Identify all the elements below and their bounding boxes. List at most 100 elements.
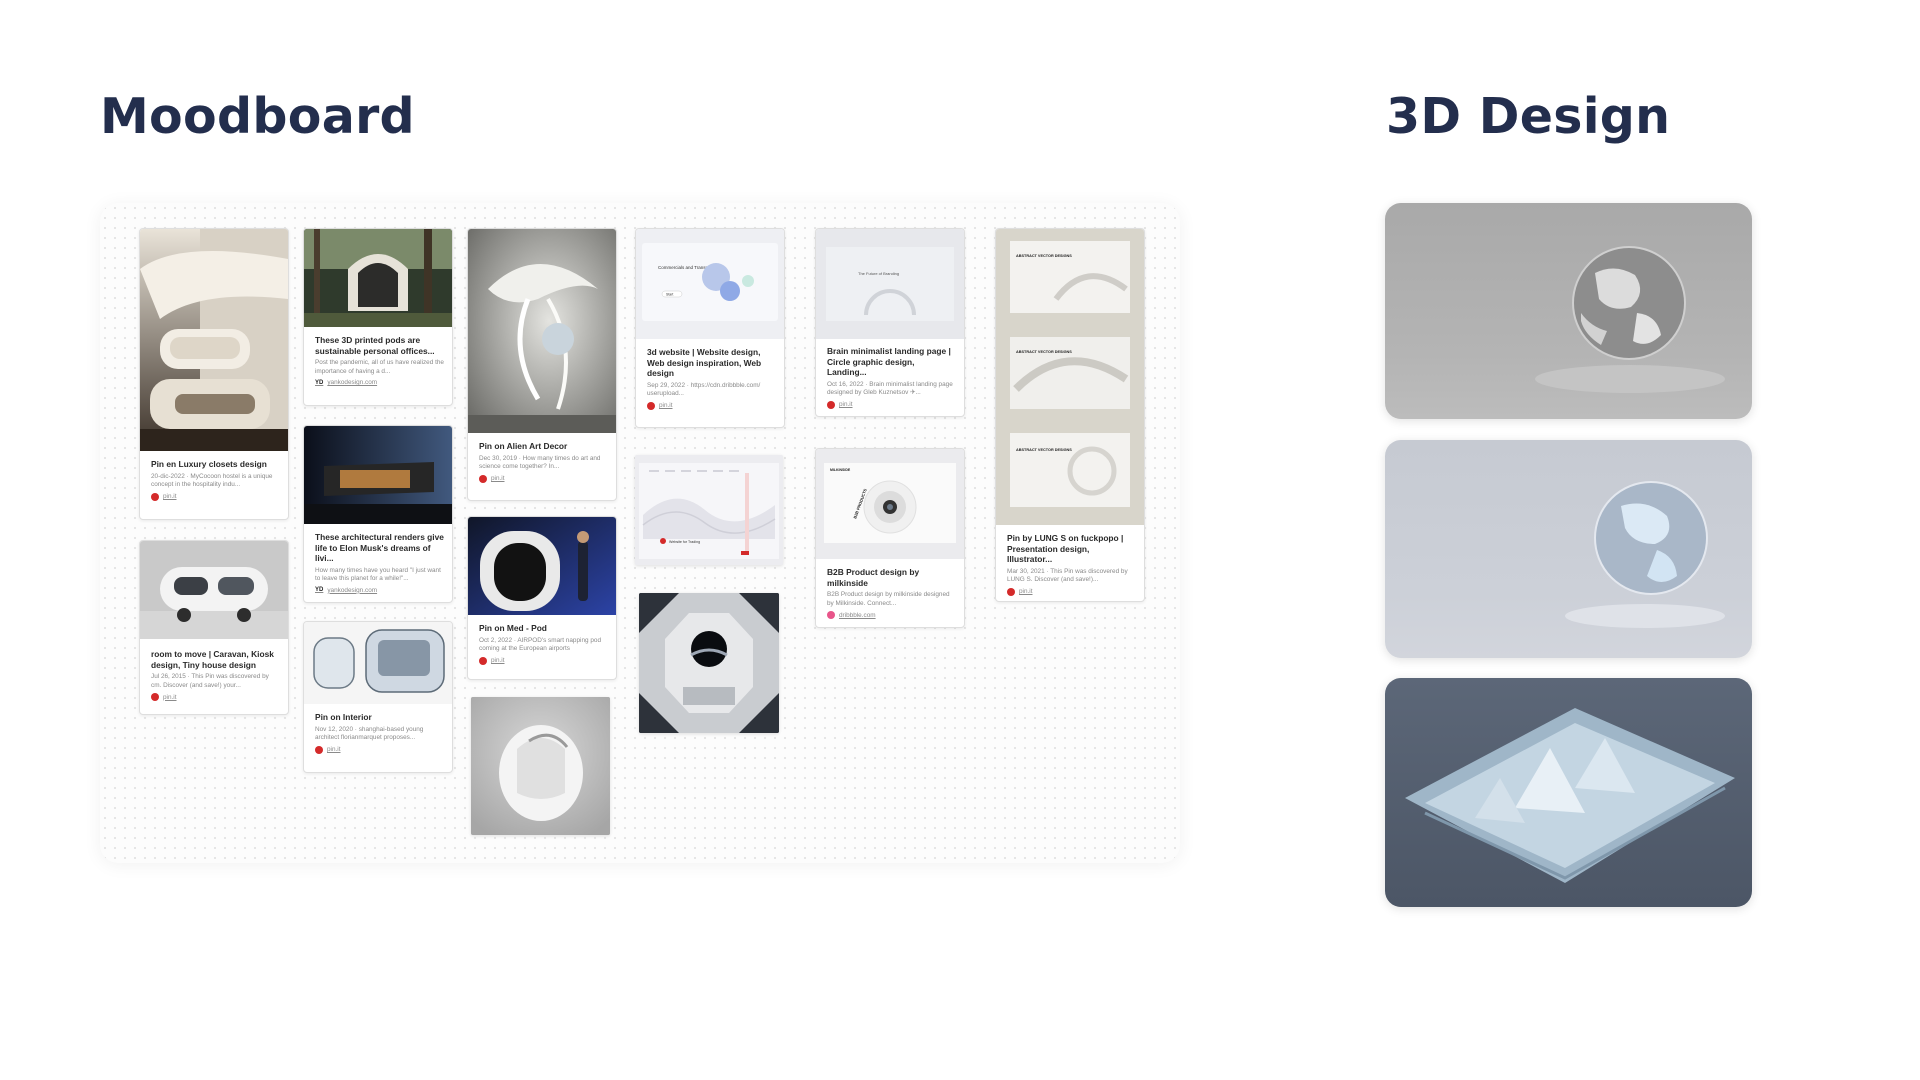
pin-image-trading-website[interactable]: Website for Trading bbox=[635, 455, 783, 565]
pin-source-label: pin.it bbox=[491, 475, 505, 483]
mockup-start-button: Start bbox=[666, 293, 673, 297]
brain-landing-mockup: The Future of Branding bbox=[826, 247, 954, 321]
pin-image-spaceship-interior[interactable] bbox=[639, 593, 779, 733]
pinterest-icon bbox=[1007, 587, 1015, 596]
pin-description: Sep 29, 2022 · https://cdn.dribbble.com/… bbox=[647, 381, 761, 398]
pin-card-b2b-product[interactable]: MILKINSIDE B2B PRODUCTS B2B Product desi… bbox=[815, 448, 965, 628]
mockup-brand: MILKINSIDE bbox=[830, 468, 851, 472]
pin-source-label: pin.it bbox=[491, 657, 505, 665]
pixel-globe-render bbox=[1535, 246, 1725, 393]
egg-chair-render bbox=[471, 697, 610, 835]
abstract-heading-3: ABSTRACT VECTOR DESIGNS bbox=[1016, 448, 1072, 452]
abstract-heading-1: ABSTRACT VECTOR DESIGNS bbox=[1016, 254, 1072, 258]
pin-image-caravan bbox=[140, 541, 288, 639]
pin-description: 20-dic-2022 · MyCocoon hostel is a uniqu… bbox=[151, 472, 273, 489]
pin-image-b2b-product: MILKINSIDE B2B PRODUCTS bbox=[816, 449, 964, 559]
pin-card-3d-website[interactable]: Commercials and Transparency Start 3d we… bbox=[635, 228, 785, 428]
pin-source-label: pin.it bbox=[839, 401, 853, 409]
mockup-brain-title: The Future of Branding bbox=[858, 271, 899, 276]
pin-description: Oct 2, 2022 · AIRPOD's smart napping pod… bbox=[479, 636, 601, 653]
pin-title: Brain minimalist landing page | Circle g… bbox=[827, 346, 951, 377]
pin-image-space-habitat bbox=[304, 426, 452, 524]
pin-image-alien-staircase bbox=[468, 229, 616, 433]
pin-source-link[interactable]: dribbble.com bbox=[827, 611, 956, 620]
pinterest-icon bbox=[315, 745, 323, 754]
trading-website-mockup: Website for Trading bbox=[639, 463, 779, 559]
pin-card-luxury-closets[interactable]: Pin en Luxury closets design 20-dic-2022… bbox=[139, 228, 289, 520]
pin-card-caravan[interactable]: room to move | Caravan, Kiosk design, Ti… bbox=[139, 540, 289, 715]
abstract-vector-mockup: ABSTRACT VECTOR DESIGNS ABSTRACT VECTOR … bbox=[1010, 241, 1130, 507]
pin-image-egg-chair[interactable] bbox=[471, 697, 610, 835]
pin-title: room to move | Caravan, Kiosk design, Ti… bbox=[151, 649, 274, 670]
pin-image-capsule-hotel bbox=[140, 229, 288, 451]
pin-source-link[interactable]: YD yankodesign.com bbox=[315, 379, 444, 386]
pin-title: Pin by LUNG S on fuckpopo | Presentation… bbox=[1007, 533, 1124, 564]
spaceship-render bbox=[639, 593, 779, 733]
pin-title: Pin on Med - Pod bbox=[479, 623, 547, 633]
pin-source-link[interactable]: pin.it bbox=[479, 656, 608, 665]
pin-description: Dec 30, 2019 · How many times do art and… bbox=[479, 454, 601, 471]
3d-tile-blue-globe[interactable] bbox=[1385, 440, 1752, 658]
pin-source-label: pin.it bbox=[327, 746, 341, 754]
3d-tile-terrain[interactable] bbox=[1385, 678, 1752, 907]
moodboard-panel: Pin en Luxury closets design 20-dic-2022… bbox=[100, 203, 1180, 863]
pin-source-label: pin.it bbox=[1019, 588, 1033, 596]
yanko-design-logo: YD bbox=[315, 379, 324, 386]
3d-tile-pixel-globe[interactable] bbox=[1385, 203, 1752, 419]
pin-card-brain-landing[interactable]: The Future of Branding Brain minimalist … bbox=[815, 228, 965, 417]
pinterest-icon bbox=[479, 474, 487, 483]
pin-card-3d-printed-pods[interactable]: These 3D printed pods are sustainable pe… bbox=[303, 228, 453, 406]
pin-title: Pin on Alien Art Decor bbox=[479, 441, 568, 451]
pin-description: Post the pandemic, all of us have realiz… bbox=[315, 359, 444, 375]
pin-source-link[interactable]: pin.it bbox=[151, 693, 280, 702]
b2b-product-mockup: MILKINSIDE B2B PRODUCTS bbox=[824, 463, 956, 543]
pin-description: Oct 16, 2022 · Brain minimalist landing … bbox=[827, 380, 953, 397]
pin-image-glass-modules bbox=[304, 622, 452, 704]
pin-source-link[interactable]: pin.it bbox=[151, 492, 280, 501]
pin-source-link[interactable]: pin.it bbox=[827, 400, 956, 409]
pin-description: How many times have you heard "I just wa… bbox=[315, 566, 441, 583]
pin-source-link[interactable]: pin.it bbox=[315, 745, 444, 754]
pin-image-brain-landing: The Future of Branding bbox=[816, 229, 964, 339]
pinterest-icon bbox=[151, 492, 159, 501]
pin-card-interior[interactable]: Pin on Interior Nov 12, 2020 · shanghai-… bbox=[303, 621, 453, 773]
pin-title: Pin en Luxury closets design bbox=[151, 459, 267, 469]
pin-source-link[interactable]: pin.it bbox=[647, 401, 776, 410]
pinterest-icon bbox=[827, 400, 835, 409]
pin-title: These 3D printed pods are sustainable pe… bbox=[315, 335, 435, 356]
pin-card-abstract-vector[interactable]: ABSTRACT VECTOR DESIGNS ABSTRACT VECTOR … bbox=[995, 228, 1145, 602]
pin-image-3d-website: Commercials and Transparency Start bbox=[636, 229, 784, 339]
pin-source-link[interactable]: pin.it bbox=[479, 474, 608, 483]
pin-source-label: pin.it bbox=[163, 493, 177, 501]
pin-description: Nov 12, 2020 · shanghai-based young arch… bbox=[315, 725, 424, 742]
pin-source-label: dribbble.com bbox=[839, 611, 876, 619]
pin-title: B2B Product design by milkinside bbox=[827, 567, 920, 588]
pin-source-link[interactable]: YD yankodesign.com bbox=[315, 587, 444, 594]
3d-design-heading: 3D Design bbox=[1386, 88, 1671, 145]
pin-image-abstract-vector: ABSTRACT VECTOR DESIGNS ABSTRACT VECTOR … bbox=[996, 229, 1144, 525]
pin-title: These architectural renders give life to… bbox=[315, 532, 444, 563]
yanko-design-logo: YD bbox=[315, 587, 324, 594]
pin-source-label: pin.it bbox=[163, 693, 177, 701]
pin-source-label: pin.it bbox=[659, 402, 673, 410]
blue-globe-render bbox=[1565, 481, 1725, 628]
pin-card-med-pod[interactable]: Pin on Med - Pod Oct 2, 2022 · AIRPOD's … bbox=[467, 516, 617, 680]
pinterest-icon bbox=[479, 656, 487, 665]
pin-source-label: yankodesign.com bbox=[327, 586, 378, 594]
pin-image-napping-pod bbox=[468, 517, 616, 615]
website-mockup: Commercials and Transparency Start bbox=[642, 243, 778, 321]
moodboard-heading: Moodboard bbox=[100, 88, 415, 145]
pin-description: Mar 30, 2021 · This Pin was discovered b… bbox=[1007, 567, 1128, 584]
pin-description: Jul 26, 2015 · This Pin was discovered b… bbox=[151, 673, 269, 689]
pin-card-alien-art-decor[interactable]: Pin on Alien Art Decor Dec 30, 2019 · Ho… bbox=[467, 228, 617, 501]
pin-title: Pin on Interior bbox=[315, 712, 372, 722]
pin-source-link[interactable]: pin.it bbox=[1007, 587, 1136, 596]
mockup-tagline: Website for Trading bbox=[669, 540, 700, 544]
pinterest-icon bbox=[151, 693, 159, 702]
pin-source-label: yankodesign.com bbox=[327, 379, 378, 387]
pinterest-icon bbox=[647, 401, 655, 410]
abstract-heading-2: ABSTRACT VECTOR DESIGNS bbox=[1016, 350, 1072, 354]
terrain-render bbox=[1405, 708, 1735, 883]
pin-card-elon-musk-renders[interactable]: These architectural renders give life to… bbox=[303, 425, 453, 603]
pin-image-forest-pod bbox=[304, 229, 452, 327]
